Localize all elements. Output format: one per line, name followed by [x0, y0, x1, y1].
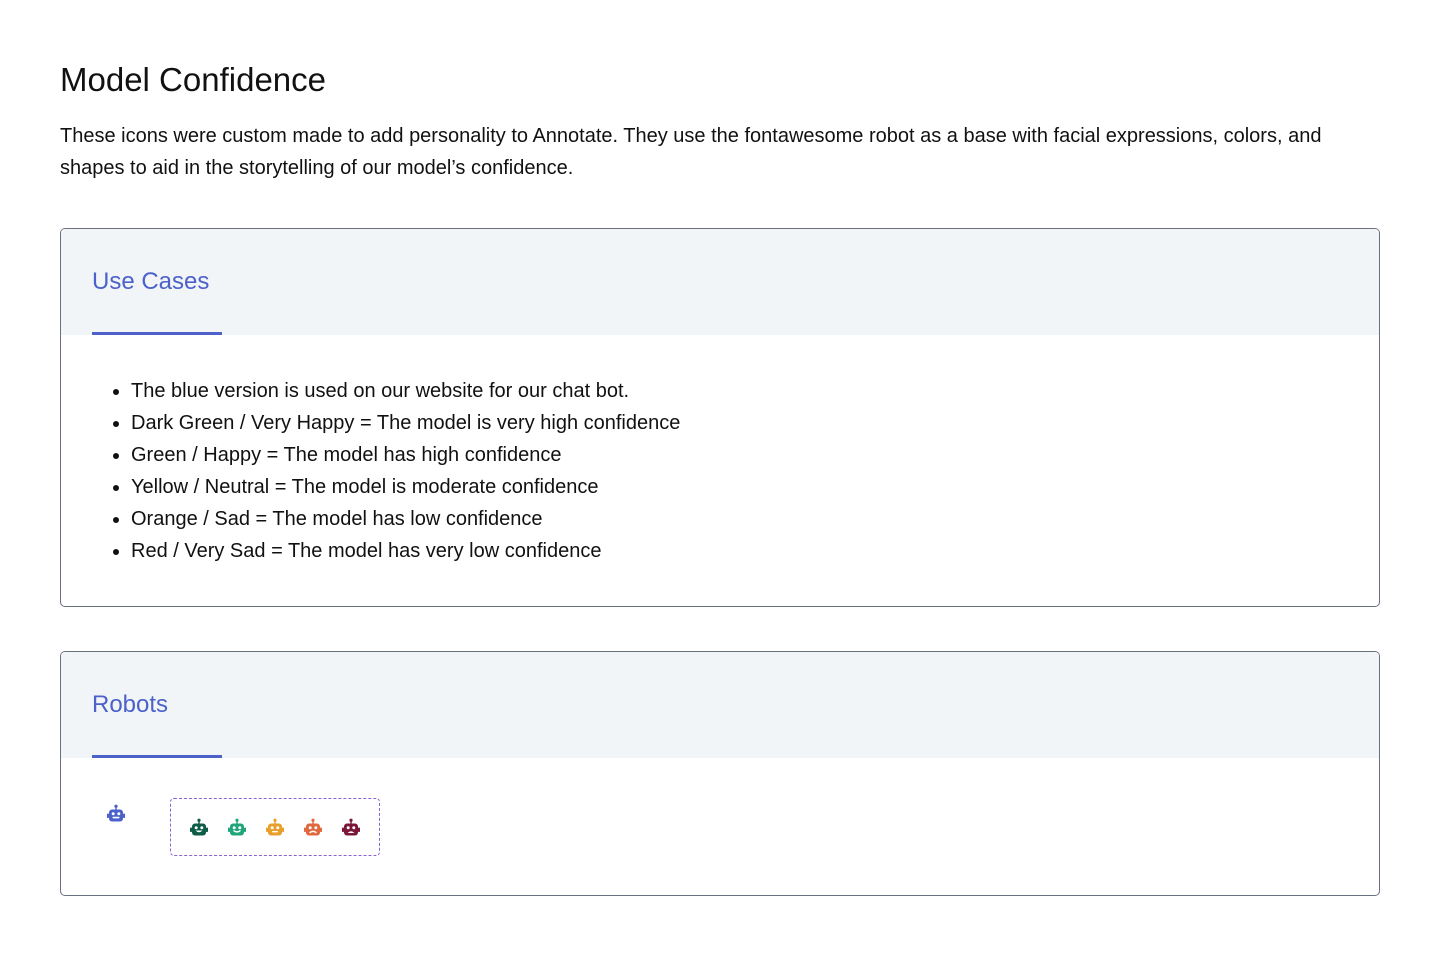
list-item: Orange / Sad = The model has low confide…	[131, 503, 680, 535]
use-cases-list: The blue version is used on our website …	[131, 375, 680, 567]
use-cases-card: Use Cases The blue version is used on ou…	[60, 228, 1380, 607]
tab-use-cases[interactable]: Use Cases	[92, 266, 209, 298]
robots-header: Robots	[61, 652, 1379, 758]
list-item: Dark Green / Very Happy = The model is v…	[131, 407, 680, 439]
confidence-robots-group	[170, 798, 380, 856]
intro-text: These icons were custom made to add pers…	[60, 125, 1322, 179]
robot-very-sad-icon	[341, 818, 361, 838]
list-item: The blue version is used on our website …	[131, 375, 680, 407]
page: Model Confidence These icons were custom…	[0, 0, 1440, 956]
robot-neutral-icon	[265, 818, 285, 838]
robot-happy-icon	[227, 818, 247, 838]
list-item: Green / Happy = The model has high confi…	[131, 439, 680, 471]
tab-active-indicator	[92, 755, 222, 758]
tab-active-indicator	[92, 332, 222, 335]
list-item: Yellow / Neutral = The model is moderate…	[131, 471, 680, 503]
use-cases-header: Use Cases	[61, 229, 1379, 335]
robot-very-happy-icon	[189, 818, 209, 838]
tab-robots[interactable]: Robots	[92, 689, 168, 721]
robots-card: Robots	[60, 651, 1380, 896]
robot-icon	[106, 804, 126, 824]
list-item: Red / Very Sad = The model has very low …	[131, 535, 680, 567]
robot-sad-icon	[303, 818, 323, 838]
page-title: Model Confidence	[60, 61, 326, 98]
